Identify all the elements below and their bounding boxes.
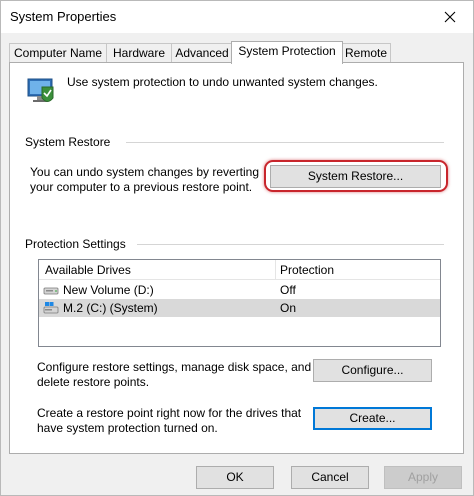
column-header-protection[interactable]: Protection: [280, 263, 334, 277]
button-label: Create...: [349, 411, 396, 425]
cancel-button[interactable]: Cancel: [291, 466, 369, 489]
system-restore-button[interactable]: System Restore...: [270, 165, 441, 188]
create-description-line1: Create a restore point right now for the…: [37, 406, 302, 420]
drives-list[interactable]: Available Drives Protection New Volume (…: [38, 259, 441, 347]
intro-text: Use system protection to undo unwanted s…: [67, 75, 378, 89]
close-icon: [444, 11, 456, 23]
group-divider: [126, 142, 444, 143]
configure-description-line2: delete restore points.: [37, 375, 150, 389]
drive-row-d[interactable]: New Volume (D:) Off: [39, 281, 440, 299]
drives-list-header: Available Drives Protection: [39, 260, 440, 280]
tab-hardware[interactable]: Hardware: [106, 43, 172, 63]
drive-name: M.2 (C:) (System): [63, 301, 158, 315]
drive-name: New Volume (D:): [63, 283, 154, 297]
window-title: System Properties: [10, 9, 117, 24]
system-drive-icon: [43, 302, 59, 314]
drive-protection-status: On: [280, 301, 297, 315]
create-description-line2: have system protection turned on.: [37, 421, 218, 435]
protection-settings-group-title: Protection Settings: [25, 237, 126, 251]
tab-label: Advanced: [175, 46, 229, 60]
column-separator[interactable]: [275, 260, 276, 280]
tab-strip: Computer Name Hardware Advanced System P…: [9, 41, 469, 64]
drive-row-c[interactable]: M.2 (C:) (System) On: [39, 299, 440, 317]
button-label: System Restore...: [307, 169, 404, 183]
ok-button[interactable]: OK: [196, 466, 274, 489]
button-label: Configure...: [341, 363, 404, 377]
configure-button[interactable]: Configure...: [313, 359, 432, 382]
drive-protection-status: Off: [280, 283, 296, 297]
configure-description-line1: Configure restore settings, manage disk …: [37, 360, 312, 374]
tab-label: Computer Name: [13, 46, 103, 60]
button-label: OK: [226, 470, 244, 484]
button-label: Cancel: [311, 470, 349, 484]
button-label: Apply: [407, 470, 439, 484]
system-protection-icon: [27, 78, 54, 102]
tab-label: Remote: [344, 46, 388, 60]
tab-label: System Protection: [238, 44, 336, 58]
tab-label: Hardware: [112, 46, 166, 60]
tab-computer-name[interactable]: Computer Name: [9, 43, 107, 63]
create-button[interactable]: Create...: [313, 407, 432, 430]
system-restore-group-title: System Restore: [25, 135, 111, 149]
title-bar[interactable]: System Properties: [1, 1, 473, 33]
system-protection-panel: Use system protection to undo unwanted s…: [9, 62, 464, 454]
column-header-available-drives[interactable]: Available Drives: [45, 263, 131, 277]
tab-remote[interactable]: Remote: [341, 43, 391, 63]
tab-system-protection[interactable]: System Protection: [231, 41, 343, 64]
close-button[interactable]: [427, 1, 473, 33]
tab-advanced[interactable]: Advanced: [171, 43, 233, 63]
system-restore-description-line1: You can undo system changes by reverting: [30, 165, 260, 179]
apply-button[interactable]: Apply: [384, 466, 462, 489]
drive-icon: [43, 287, 59, 295]
system-restore-description-line2: your computer to a previous restore poin…: [30, 180, 253, 194]
group-divider: [137, 244, 444, 245]
system-properties-window: System Properties Computer Name Hardware…: [0, 0, 474, 496]
